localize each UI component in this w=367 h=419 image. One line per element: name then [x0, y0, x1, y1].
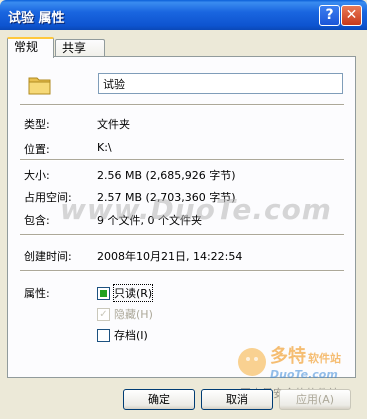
contains-value: 9 个文件, 0 个文件夹	[97, 214, 202, 227]
separator	[20, 104, 344, 106]
ok-button[interactable]: 确定	[123, 389, 195, 410]
created-label: 创建时间:	[24, 250, 72, 263]
separator	[20, 159, 344, 161]
tab-share[interactable]: 共享	[55, 39, 105, 57]
close-button[interactable]: ✕	[341, 5, 362, 26]
location-value: K:\	[97, 141, 112, 154]
contains-label: 包含:	[24, 214, 50, 227]
hidden-checkbox[interactable]: ✓	[97, 308, 110, 321]
disk-size-label: 占用空间:	[24, 191, 72, 204]
title-bar[interactable]: 试验 属性 ? ✕	[0, 0, 367, 30]
type-label: 类型:	[24, 118, 50, 131]
location-label: 位置:	[24, 143, 50, 156]
readonly-checkbox[interactable]	[97, 287, 110, 300]
size-label: 大小:	[24, 169, 50, 182]
general-panel: 类型: 文件夹 位置: K:\ 大小: 2.56 MB (2,685,926 字…	[7, 56, 356, 378]
window-title: 试验 属性	[8, 11, 65, 26]
created-value: 2008年10月21日, 14:22:54	[97, 250, 243, 263]
hidden-label[interactable]: 隐藏(H)	[114, 306, 153, 322]
folder-icon	[28, 77, 51, 95]
attributes-label: 属性:	[24, 287, 50, 300]
tab-general[interactable]: 常规	[7, 37, 54, 58]
readonly-label[interactable]: 只读(R)	[112, 284, 154, 302]
separator	[20, 270, 344, 272]
disk-size-value: 2.57 MB (2,703,360 字节)	[97, 191, 236, 204]
apply-button[interactable]: 应用(A)	[279, 389, 351, 410]
cancel-button[interactable]: 取消	[201, 389, 273, 410]
archive-label[interactable]: 存档(I)	[114, 327, 148, 343]
help-button[interactable]: ?	[319, 5, 340, 26]
folder-name-input[interactable]	[98, 73, 343, 94]
size-value: 2.56 MB (2,685,926 字节)	[97, 169, 236, 182]
separator	[20, 234, 344, 236]
type-value: 文件夹	[97, 118, 130, 131]
archive-checkbox[interactable]	[97, 329, 110, 342]
